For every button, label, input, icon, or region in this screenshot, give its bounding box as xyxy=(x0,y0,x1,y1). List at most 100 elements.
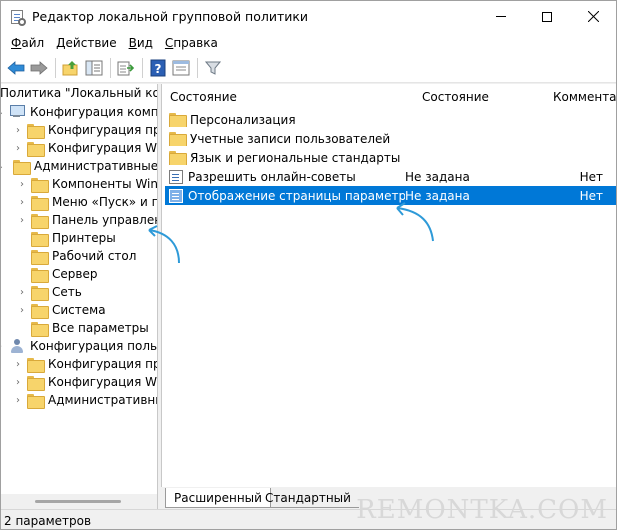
chevron-right-icon[interactable]: › xyxy=(13,355,23,373)
chevron-right-icon[interactable]: › xyxy=(13,373,23,391)
tree-item-uc-windows[interactable]: › Конфигурация Windows xyxy=(13,373,157,391)
chevron-right-icon[interactable]: › xyxy=(13,139,23,157)
tab-extended[interactable]: Расширенный xyxy=(165,488,271,508)
folder-icon xyxy=(27,375,45,391)
filter-button[interactable] xyxy=(202,57,224,79)
maximize-button[interactable] xyxy=(524,1,570,32)
column-header-state[interactable]: Состояние xyxy=(422,90,489,108)
chevron-right-icon[interactable]: › xyxy=(17,193,27,211)
chevron-right-icon[interactable]: › xyxy=(13,391,23,409)
column-header-name[interactable]: Состояние xyxy=(170,90,237,108)
chevron-right-icon[interactable]: › xyxy=(17,301,27,319)
tree-item-start-menu[interactable]: › Меню «Пуск» и панель задач xyxy=(17,193,157,211)
toolbar-separator xyxy=(142,57,143,78)
tree-item-label: Конфигурация компьютера xyxy=(30,105,158,119)
computer-icon xyxy=(9,105,25,119)
show-tree-button[interactable] xyxy=(83,57,105,79)
tree-horizontal-scrollbar[interactable] xyxy=(1,494,157,509)
folder-icon xyxy=(169,132,187,146)
folder-icon xyxy=(31,285,49,301)
menu-view[interactable]: Вид xyxy=(123,36,159,50)
console-tree-icon xyxy=(85,60,103,75)
chevron-right-icon[interactable]: › xyxy=(13,121,23,139)
folder-icon xyxy=(27,141,45,157)
folder-icon xyxy=(27,123,45,139)
folder-icon xyxy=(31,177,49,193)
tree-item-label: Конфигурация пользователя xyxy=(30,339,158,353)
tree-item-label: Конфигурация Windows xyxy=(48,375,157,389)
tree-item-control-panel[interactable]: › Панель управления xyxy=(17,211,157,229)
tree-item-cc-windows[interactable]: › Конфигурация Windows xyxy=(13,139,157,157)
list-item-setting[interactable]: Разрешить онлайн-советы Не задана Нет xyxy=(165,167,616,186)
tree-item-cc-admin[interactable]: ⌄ Административные шаблоны xyxy=(1,157,158,175)
tree-item-computer-config[interactable]: ⌄ Конфигурация компьютера xyxy=(1,103,158,121)
list-item-folder[interactable]: Персонализация xyxy=(165,110,616,129)
tree-item-uc-programs[interactable]: › Конфигурация программ xyxy=(13,355,157,373)
tree-item-label: Панель управления xyxy=(52,213,157,227)
tree-item-cc-programs[interactable]: › Конфигурация программ xyxy=(13,121,157,139)
tree-item-network[interactable]: › Сеть xyxy=(17,283,82,301)
tree-item-label: Административные шаблоны xyxy=(34,159,158,173)
tree-item-label: Сервер xyxy=(52,267,98,281)
tree-item-root[interactable]: Политика "Локальный компьютер" xyxy=(1,84,157,102)
console-tree[interactable]: Политика "Локальный компьютер" ⌄ Конфигу… xyxy=(1,84,158,509)
toolbar-separator xyxy=(55,57,56,78)
tree-item-uc-admin[interactable]: › Административные шаблоны xyxy=(13,391,157,409)
help-button[interactable]: ? xyxy=(147,57,169,79)
chevron-right-icon[interactable]: › xyxy=(17,175,27,193)
tab-standard[interactable]: Стандартный xyxy=(257,488,359,508)
folder-icon xyxy=(27,357,45,373)
chevron-right-icon[interactable]: › xyxy=(17,283,27,301)
tree-item-all-settings[interactable]: Все параметры xyxy=(31,319,149,337)
gpedit-app-icon xyxy=(9,9,26,26)
close-button[interactable] xyxy=(570,1,616,32)
menu-help-label: правка xyxy=(173,35,218,50)
list-item-folder[interactable]: Учетные записи пользователей xyxy=(165,129,616,148)
forward-button[interactable] xyxy=(28,57,50,79)
tree-item-server[interactable]: Сервер xyxy=(31,265,97,283)
scrollbar-thumb[interactable] xyxy=(35,500,121,503)
folder-icon xyxy=(27,393,45,409)
column-header-comment[interactable]: Комментарий xyxy=(553,90,616,108)
folder-icon xyxy=(31,195,49,211)
policy-setting-icon xyxy=(169,169,183,184)
chevron-right-icon[interactable]: › xyxy=(1,337,5,355)
tree-item-components[interactable]: › Компоненты Windows xyxy=(17,175,157,193)
tree-item-system[interactable]: › Система xyxy=(17,301,106,319)
chevron-down-icon[interactable]: ⌄ xyxy=(1,103,5,121)
back-button[interactable] xyxy=(5,57,27,79)
tree-item-label: Политика "Локальный компьютер" xyxy=(1,86,157,100)
folder-icon xyxy=(31,249,49,265)
menu-file[interactable]: Файл xyxy=(5,36,50,50)
menu-action-label: ействие xyxy=(65,35,117,50)
chevron-right-icon[interactable]: › xyxy=(17,211,27,229)
properties-icon xyxy=(172,60,190,75)
gpedit-window: Редактор локальной групповой политики Фа… xyxy=(0,0,617,530)
menu-view-accel: В xyxy=(128,35,137,50)
tree-item-user-config[interactable]: › Конфигурация пользователя xyxy=(1,337,158,355)
svg-text:?: ? xyxy=(155,62,162,76)
minimize-button[interactable] xyxy=(478,1,524,32)
settings-list[interactable]: Состояние Состояние Комментарий Персонал… xyxy=(161,84,616,509)
menu-action[interactable]: Действие xyxy=(50,36,122,50)
folder-icon xyxy=(13,159,31,175)
properties-button[interactable] xyxy=(170,57,192,79)
tree-item-label: Рабочий стол xyxy=(52,249,137,263)
list-item-folder[interactable]: Язык и региональные стандарты xyxy=(165,148,616,167)
tree-item-printers[interactable]: Принтеры xyxy=(31,229,116,247)
list-item-label: Учетные записи пользователей xyxy=(190,131,391,146)
tree-item-label: Система xyxy=(52,303,106,317)
list-item-setting-selected[interactable]: Отображение страницы параметров Не задан… xyxy=(165,186,616,205)
export-list-button[interactable] xyxy=(115,57,137,79)
user-icon xyxy=(9,338,25,354)
setting-name: Отображение страницы параметров xyxy=(188,188,405,203)
forward-arrow-icon xyxy=(30,60,48,75)
setting-state: Не задана xyxy=(405,169,470,184)
setting-comment: Нет xyxy=(579,188,603,203)
title-bar[interactable]: Редактор локальной групповой политики xyxy=(1,1,616,32)
status-text: 2 параметров xyxy=(4,513,92,528)
chevron-down-icon[interactable]: ⌄ xyxy=(1,157,5,175)
menu-help[interactable]: Справка xyxy=(159,36,224,50)
up-folder-button[interactable] xyxy=(60,57,82,79)
tree-item-desktop[interactable]: Рабочий стол xyxy=(31,247,136,265)
